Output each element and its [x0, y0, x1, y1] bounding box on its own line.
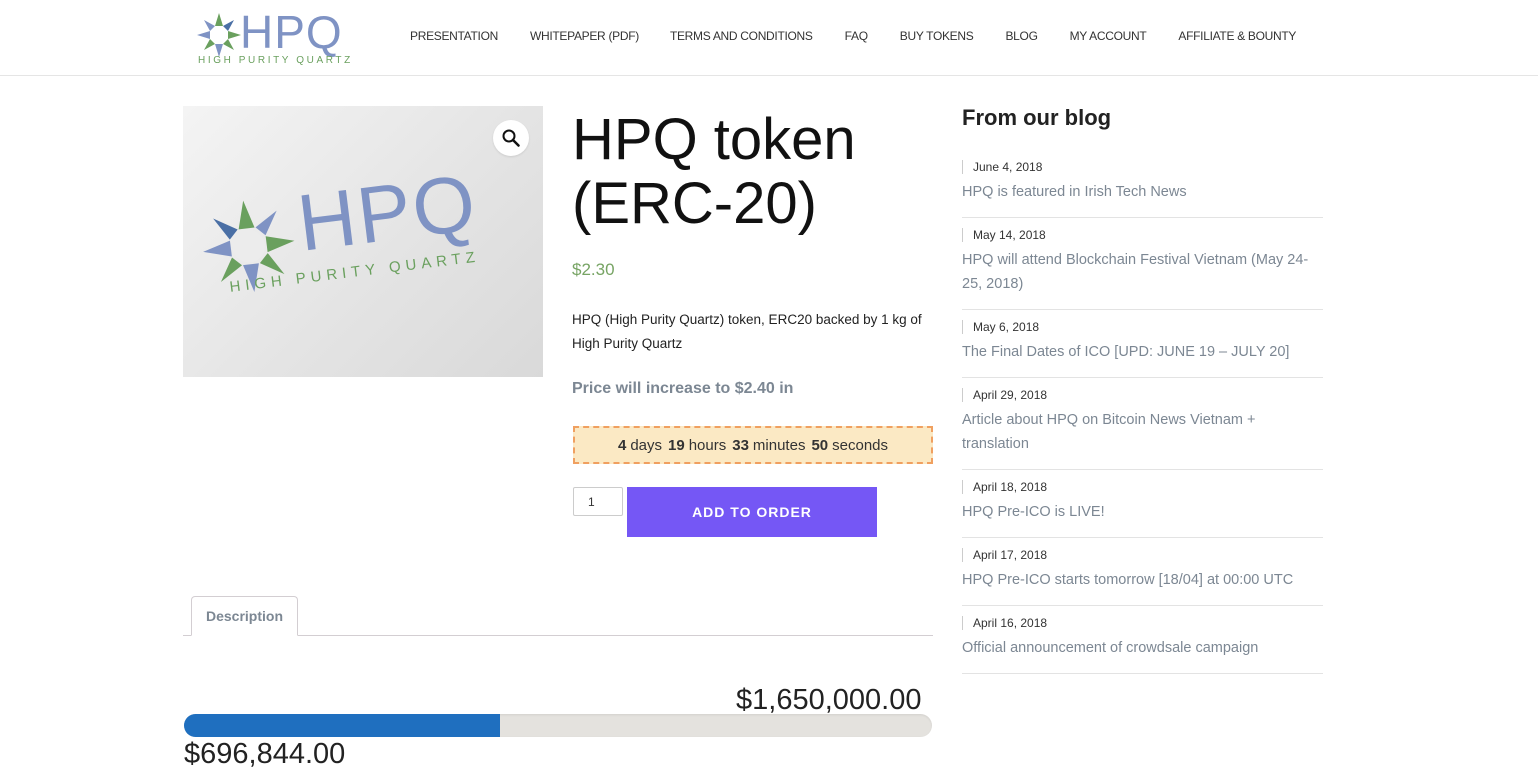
funding-progress-bar	[184, 714, 932, 737]
logo-text: HPQ	[240, 6, 343, 58]
funding-goal: $1,650,000.00	[736, 684, 922, 716]
blog-list-item: April 16, 2018 Official announcement of c…	[962, 606, 1323, 674]
blog-post-date: April 18, 2018	[962, 480, 1323, 494]
blog-post-date: May 14, 2018	[962, 228, 1323, 242]
countdown-minutes-label: minutes	[752, 436, 806, 454]
nav-my-account[interactable]: MY ACCOUNT	[1070, 29, 1147, 43]
nav-presentation[interactable]: PRESENTATION	[410, 29, 498, 43]
countdown-seconds-label: seconds	[832, 436, 889, 454]
countdown-hours: 19	[668, 436, 685, 454]
product-image-logo-text: HPQ	[292, 157, 482, 268]
product-description: HPQ (High Purity Quartz) token, ERC20 ba…	[572, 312, 922, 351]
blog-post-link[interactable]: The Final Dates of ICO [UPD: JUNE 19 – J…	[962, 340, 1323, 364]
countdown-days-label: days	[630, 436, 663, 454]
nav-blog[interactable]: BLOG	[1005, 29, 1037, 43]
blog-post-date: June 4, 2018	[962, 160, 1323, 174]
countdown-timer: 4 days 19 hours 33 minutes 50 seconds	[573, 426, 933, 464]
nav-faq[interactable]: FAQ	[845, 29, 868, 43]
magnifier-icon	[502, 129, 520, 147]
tab-description[interactable]: Description	[191, 596, 298, 636]
nav-buy-tokens[interactable]: BUY TOKENS	[900, 29, 974, 43]
nav-terms[interactable]: TERMS AND CONDITIONS	[670, 29, 813, 43]
product-image-logo: HPQ HIGH PURITY QUARTZ	[194, 156, 537, 325]
blog-list-item: May 14, 2018 HPQ will attend Blockchain F…	[962, 218, 1323, 310]
funding-progress-fill	[184, 714, 500, 737]
logo-subtitle: HIGH PURITY QUARTZ	[198, 55, 353, 66]
product-title: HPQ token (ERC-20)	[572, 107, 856, 236]
site-header: HPQ HIGH PURITY QUARTZ PRESENTATION WHIT…	[0, 0, 1538, 76]
blog-list-item: April 18, 2018 HPQ Pre-ICO is LIVE!	[962, 470, 1323, 538]
blog-post-link[interactable]: Article about HPQ on Bitcoin News Vietna…	[962, 408, 1323, 456]
blog-post-date: May 6, 2018	[962, 320, 1323, 334]
nav-whitepaper[interactable]: WHITEPAPER (PDF)	[530, 29, 639, 43]
blog-post-link[interactable]: HPQ Pre-ICO is LIVE!	[962, 500, 1323, 524]
blog-post-link[interactable]: HPQ Pre-ICO starts tomorrow [18/04] at 0…	[962, 568, 1323, 592]
blog-post-link[interactable]: Official announcement of crowdsale campa…	[962, 636, 1323, 660]
countdown-hours-label: hours	[688, 436, 727, 454]
blog-post-date: April 29, 2018	[962, 388, 1323, 402]
blog-list-item: April 17, 2018 HPQ Pre-ICO starts tomorro…	[962, 538, 1323, 606]
sidebar-title: From our blog	[962, 105, 1112, 130]
countdown-seconds: 50	[811, 436, 829, 454]
zoom-button[interactable]	[493, 120, 529, 156]
price-increase-notice: Price will increase to $2.40 in	[572, 380, 794, 397]
blog-post-date: April 17, 2018	[962, 548, 1323, 562]
countdown-days: 4	[617, 436, 627, 454]
product-image[interactable]: HPQ HIGH PURITY QUARTZ	[183, 106, 543, 377]
countdown-minutes: 33	[732, 436, 749, 454]
funding-raised: $696,844.00	[184, 738, 346, 770]
site-logo[interactable]: HPQ HIGH PURITY QUARTZ	[196, 6, 353, 68]
blog-list: June 4, 2018 HPQ is featured in Irish Tec…	[962, 150, 1323, 674]
main-nav: PRESENTATION WHITEPAPER (PDF) TERMS AND …	[410, 29, 1296, 43]
add-to-order-button[interactable]: ADD TO ORDER	[627, 487, 877, 537]
nav-affiliate[interactable]: AFFILIATE & BOUNTY	[1178, 29, 1296, 43]
blog-post-link[interactable]: HPQ will attend Blockchain Festival Viet…	[962, 248, 1323, 296]
blog-list-item: April 29, 2018 Article about HPQ on Bitco…	[962, 378, 1323, 470]
blog-list-item: June 4, 2018 HPQ is featured in Irish Tec…	[962, 150, 1323, 218]
quantity-input[interactable]	[573, 487, 623, 516]
product-price: $2.30	[572, 260, 615, 279]
star-logo-icon	[197, 13, 241, 57]
blog-list-item: May 6, 2018 The Final Dates of ICO [UPD: …	[962, 310, 1323, 378]
blog-post-date: April 16, 2018	[962, 616, 1323, 630]
blog-post-link[interactable]: HPQ is featured in Irish Tech News	[962, 180, 1323, 204]
